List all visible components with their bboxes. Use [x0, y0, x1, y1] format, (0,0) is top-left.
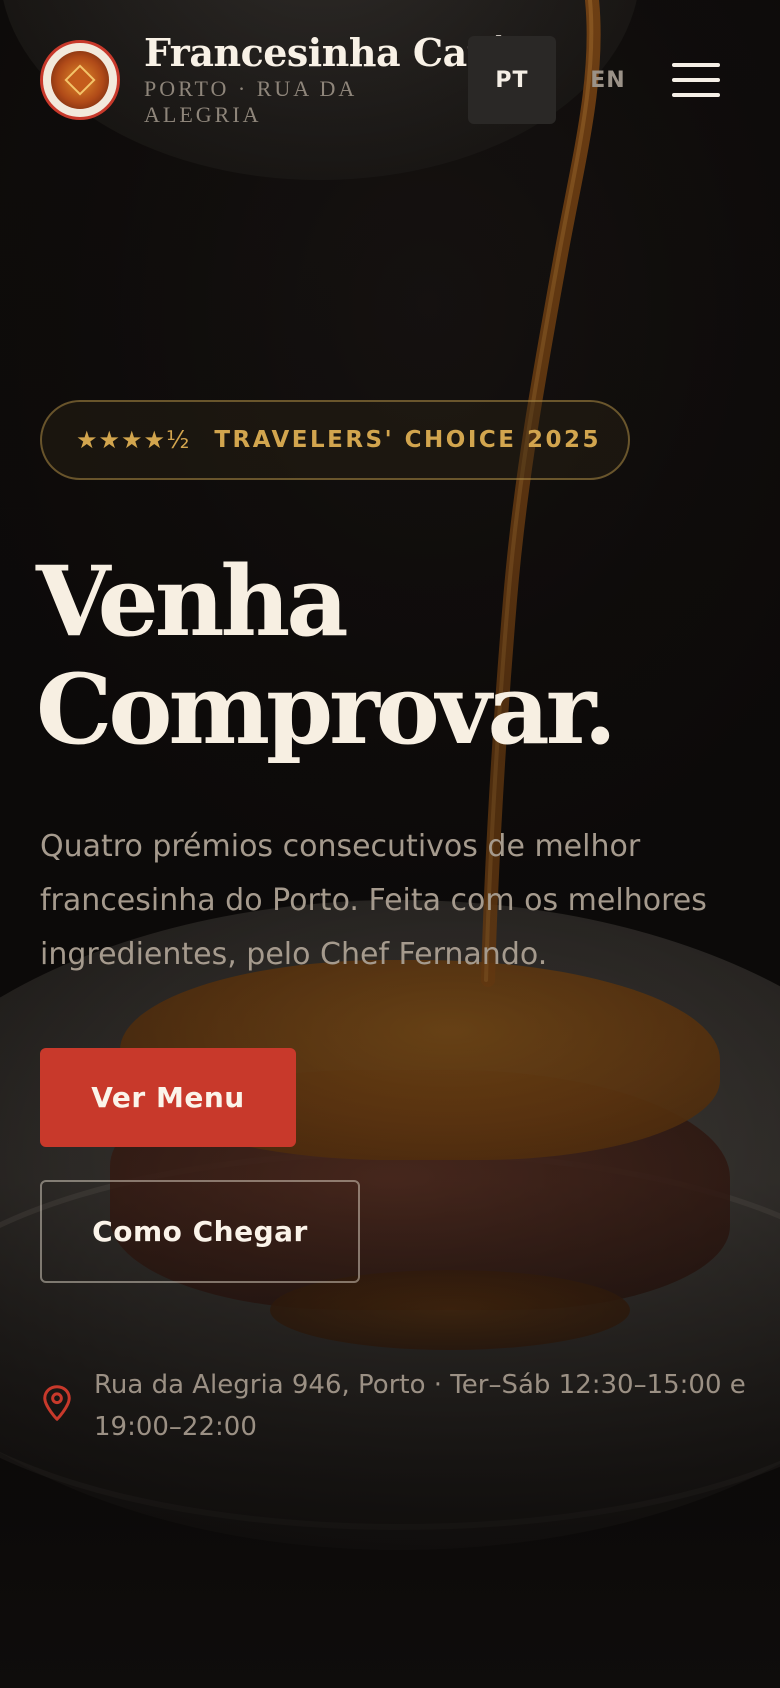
directions-button[interactable]: Como Chegar	[40, 1180, 360, 1283]
map-pin-icon	[43, 1385, 71, 1421]
language-pt-button[interactable]: PT	[468, 36, 556, 124]
address-hours-text: Rua da Alegria 946, Porto · Ter–Sáb 12:3…	[94, 1370, 746, 1442]
hamburger-icon	[672, 63, 720, 67]
logo-emblem-icon	[51, 51, 109, 109]
brand-name[interactable]: Francesinha Café	[144, 30, 507, 75]
headline-line-2: Comprovar.	[36, 653, 617, 766]
rating-stars-icon: ★★★★½	[76, 426, 191, 454]
brand-subtitle: PORTO · RUA DA ALEGRIA	[144, 76, 357, 127]
headline-line-1: Venha	[36, 545, 349, 658]
view-menu-button[interactable]: Ver Menu	[40, 1048, 296, 1147]
location-hours-info: Rua da Alegria 946, Porto · Ter–Sáb 12:3…	[40, 1364, 760, 1448]
hero-description: Quatro prémios consecutivos de melhor fr…	[40, 829, 707, 972]
hero-headline: Venha Comprovar.	[36, 548, 756, 764]
award-badge-label: TRAVELERS' CHOICE 2025	[214, 427, 602, 453]
language-en-button[interactable]: EN	[568, 36, 648, 124]
site-header: Francesinha Café PORTO · RUA DA ALEGRIA …	[0, 0, 780, 150]
award-badge: ★★★★½ TRAVELERS' CHOICE 2025	[40, 400, 630, 480]
hamburger-menu-button[interactable]	[664, 52, 728, 108]
brand-logo[interactable]	[40, 40, 120, 120]
